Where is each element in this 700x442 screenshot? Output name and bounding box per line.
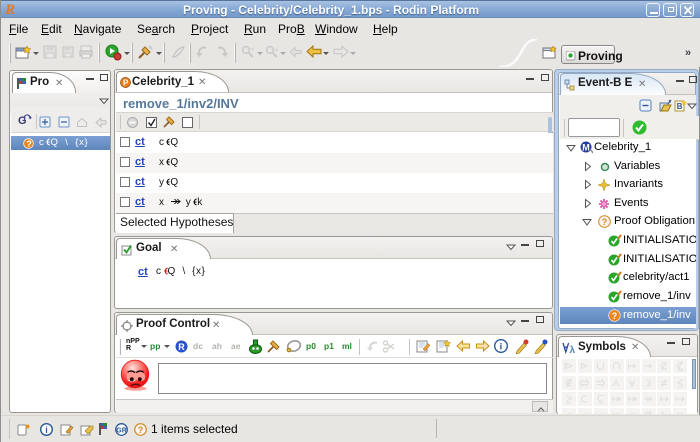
svg-text:λ: λ [570,345,576,354]
svg-text:?: ? [602,217,608,227]
svg-text:?: ? [138,425,144,435]
svg-text:i: i [45,425,48,435]
svg-text:P: P [123,79,129,88]
svg-text:?: ? [612,311,618,321]
svg-text:?: ? [26,139,32,149]
svg-text:R: R [178,342,185,352]
svg-text:M: M [582,143,590,153]
svg-text:GR: GR [116,428,127,435]
svg-text:i: i [500,342,503,353]
svg-text:B: B [677,102,683,111]
